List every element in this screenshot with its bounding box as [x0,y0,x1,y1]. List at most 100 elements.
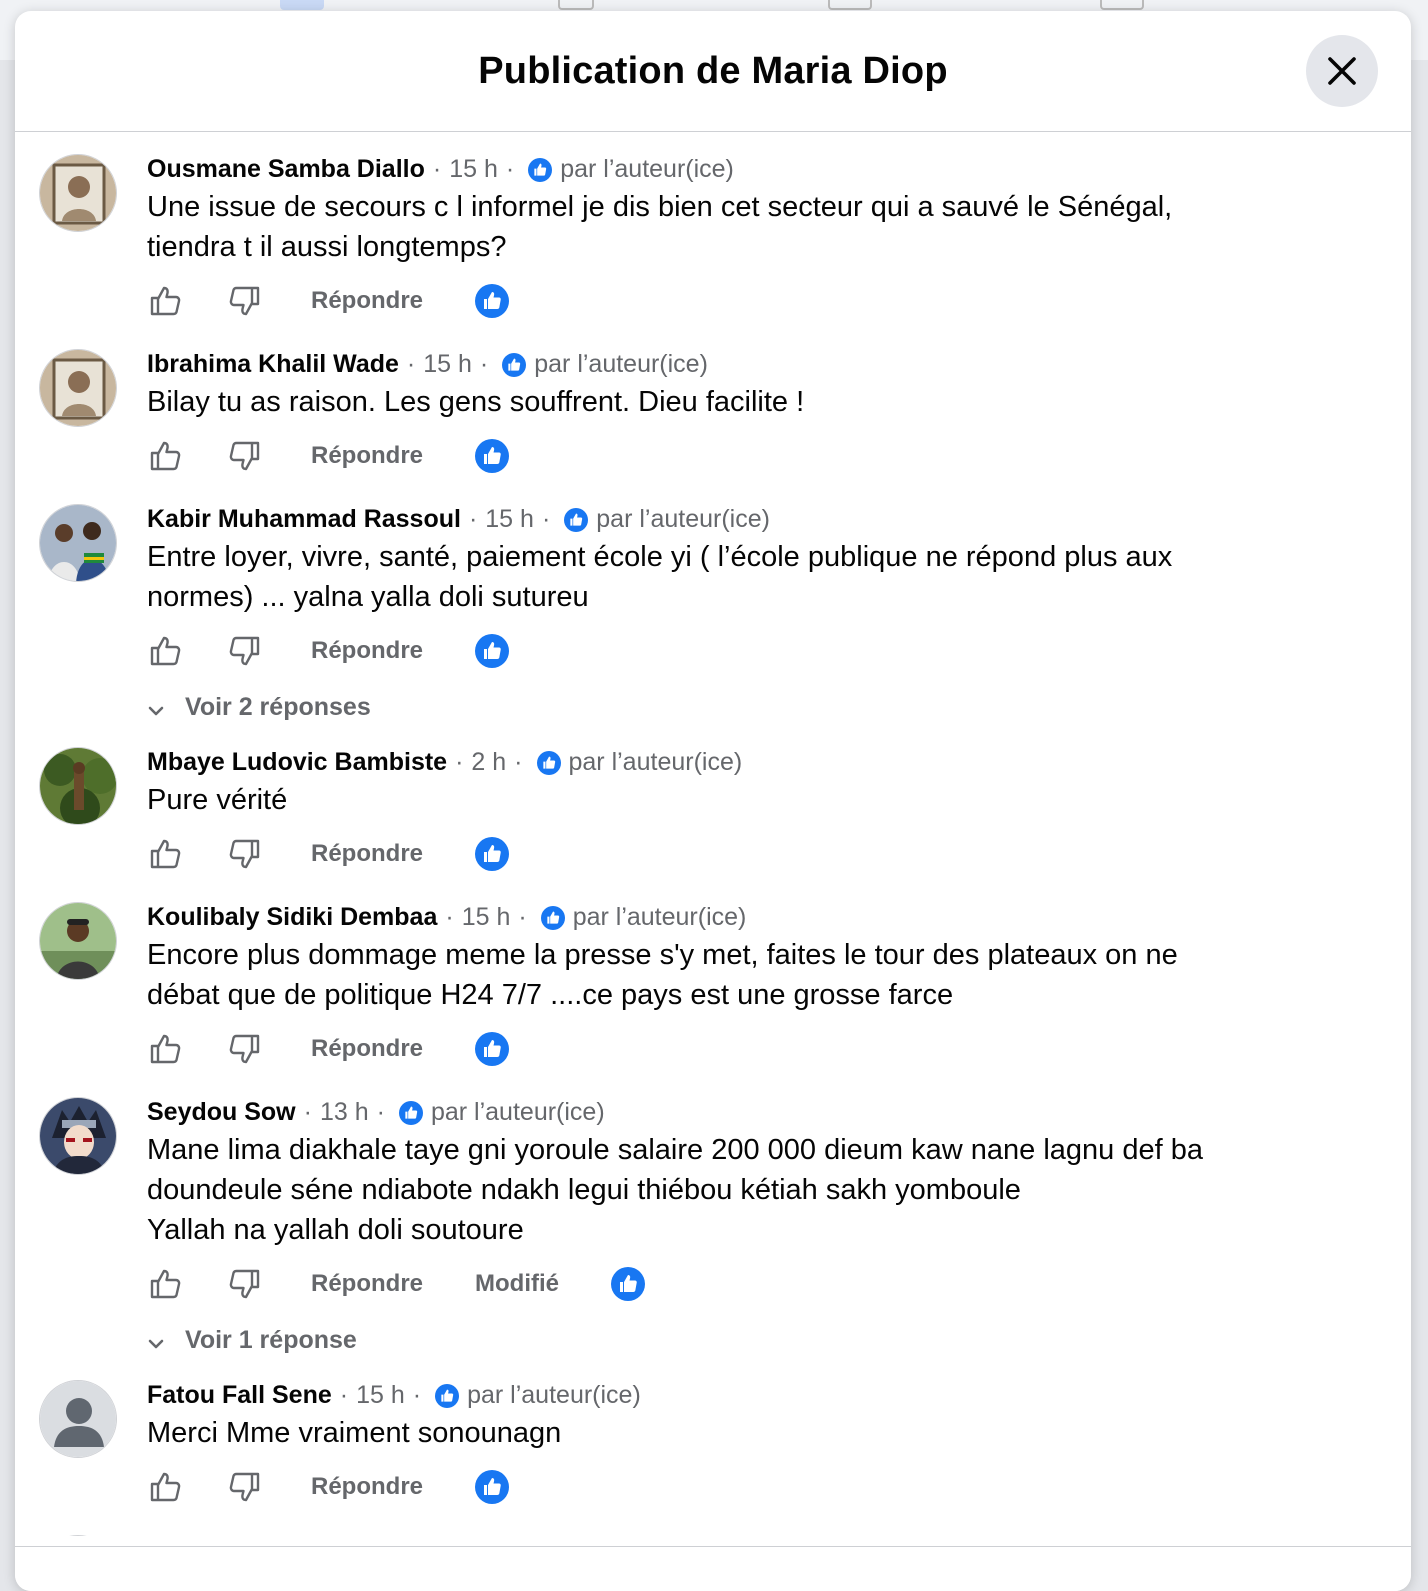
separator-dot: · [505,155,515,183]
liked-by-author-label: par l’auteur(ice) [427,1533,601,1536]
separator-dot: · [372,1533,380,1536]
avatar[interactable] [39,747,117,825]
avatar[interactable] [39,1535,117,1536]
comment-time[interactable]: 13 h [320,1095,369,1129]
comment-text: Une issue de secours c l informel je dis… [147,191,1173,263]
like-reaction-icon[interactable] [475,1470,510,1504]
like-reaction-icon[interactable] [475,284,510,318]
liked-by-author-icon [435,1383,460,1408]
thumbs-up-icon[interactable] [147,1469,183,1505]
ghost-tab-icon [280,0,324,10]
thumbs-down-icon[interactable] [227,1031,263,1067]
comment-time[interactable]: 15 h [449,152,498,186]
thumbs-down-icon[interactable] [227,283,263,319]
reply-button[interactable]: Répondre [311,1035,423,1063]
comment-actions: Répondre [147,273,1411,329]
view-replies-button[interactable]: Voir 2 réponses [147,687,1411,727]
thumbs-down-icon[interactable] [227,836,263,872]
separator-dot: · [445,903,454,931]
modal-title: Publication de Maria Diop [478,49,948,92]
comment-time[interactable]: 15 h [485,502,534,536]
reply-button[interactable]: Répondre [311,637,423,665]
thumbs-down-icon[interactable] [227,633,263,669]
reply-button[interactable]: Répondre [311,1270,423,1298]
comment-item: Koulibaly Sidiki Dembaa · 15 h · par l’a… [15,900,1411,1077]
comment-text: Mane lima diakhale taye gni yoroule sala… [147,1134,1203,1246]
separator-dot: · [376,1098,385,1126]
comment-text: Bilay tu as raison. Les gens souffrent. … [147,386,805,418]
comment-text: Entre loyer, vivre, santé, paiement écol… [147,541,1173,613]
reply-button[interactable]: Répondre [311,1473,423,1501]
avatar[interactable] [39,1097,117,1175]
thumbs-up-icon[interactable] [147,836,183,872]
separator-dot: · [468,505,478,533]
thumbs-up-icon[interactable] [147,633,183,669]
thumbs-up-icon[interactable] [147,283,183,319]
thumbs-down-icon[interactable] [227,1469,263,1505]
comment-author[interactable]: Kabir Muhammad Rassoul [147,502,461,536]
comment-author[interactable]: Fatou Fall Sene [147,1378,332,1412]
comment-meta: Ibrahima Khalil Wade · 15 h · par l’aute… [147,347,1411,381]
liked-by-author-label: par l’auteur(ice) [534,350,708,378]
comment-author[interactable]: Koulibaly Sidiki Dembaa [147,900,437,934]
liked-by-author-label: par l’auteur(ice) [596,505,770,533]
comment-time[interactable]: 15 h [356,1378,405,1412]
comment-time[interactable]: 15 h [462,900,511,934]
comment-item: Ousmane Samba Diallo · 15 h · par l’aute… [15,152,1411,329]
liked-by-author-label: par l’auteur(ice) [560,155,734,183]
avatar[interactable] [39,1380,117,1458]
comment-meta: Fatou Niang · 14 h · par l’auteur(ice) [147,1533,1411,1536]
liked-by-author-icon [502,352,527,377]
avatar[interactable] [39,902,117,980]
comment-item: Mbaye Ludovic Bambiste · 2 h · par l’aut… [15,745,1411,882]
separator-dot: · [303,1098,312,1126]
comment-actions: Répondre [147,623,1411,679]
chevron-down-icon [147,698,165,716]
close-button[interactable] [1306,35,1378,107]
comment-time[interactable]: 15 h [423,347,472,381]
comment-author[interactable]: Ousmane Samba Diallo [147,152,425,186]
comment-text: Encore plus dommage meme la presse s'y m… [147,939,1178,1011]
reply-button[interactable]: Répondre [311,287,423,315]
edited-label: Modifié [475,1270,560,1297]
thumbs-up-icon[interactable] [147,438,183,474]
separator-dot: · [479,350,489,378]
comment-item: Kabir Muhammad Rassoul · 15 h · par l’au… [15,502,1411,727]
comment-author[interactable]: Fatou Niang [147,1533,291,1536]
comment-meta: Fatou Fall Sene · 15 h · par l’auteur(ic… [147,1378,1411,1412]
reply-button[interactable]: Répondre [311,840,423,868]
separator-dot: · [514,748,523,776]
view-replies-button[interactable]: Voir 1 réponse [147,1320,1411,1360]
like-reaction-icon[interactable] [611,1267,646,1301]
comment-author[interactable]: Mbaye Ludovic Bambiste [147,745,447,779]
thumbs-up-icon[interactable] [147,1031,183,1067]
comment-actions: Répondre [147,1021,1411,1077]
liked-by-author-label: par l’auteur(ice) [467,1381,641,1409]
comment-time[interactable]: 2 h [471,745,506,779]
thumbs-down-icon[interactable] [227,1266,263,1302]
modal-header: Publication de Maria Diop [15,11,1411,132]
separator-dot: · [541,505,551,533]
comment-meta: Kabir Muhammad Rassoul · 15 h · par l’au… [147,502,1411,536]
comment-author[interactable]: Ibrahima Khalil Wade [147,347,399,381]
avatar[interactable] [39,154,117,232]
liked-by-author-icon [540,905,565,930]
comment-time[interactable]: 14 h [316,1533,365,1536]
like-reaction-icon[interactable] [475,837,510,871]
comment-author[interactable]: Seydou Sow [147,1095,296,1129]
like-reaction-icon[interactable] [475,634,510,668]
liked-by-author-label: par l’auteur(ice) [572,903,747,931]
separator-dot: · [518,903,527,931]
thumbs-down-icon[interactable] [227,438,263,474]
like-reaction-icon[interactable] [475,1032,510,1066]
avatar[interactable] [39,349,117,427]
like-reaction-icon[interactable] [475,439,510,473]
close-icon [1328,57,1356,85]
liked-by-author-icon [564,507,589,532]
separator-dot: · [432,155,442,183]
reply-button[interactable]: Répondre [311,442,423,470]
comment-meta: Ousmane Samba Diallo · 15 h · par l’aute… [147,152,1411,186]
thumbs-up-icon[interactable] [147,1266,183,1302]
avatar[interactable] [39,504,117,582]
comment-actions: Répondre [147,826,1411,882]
